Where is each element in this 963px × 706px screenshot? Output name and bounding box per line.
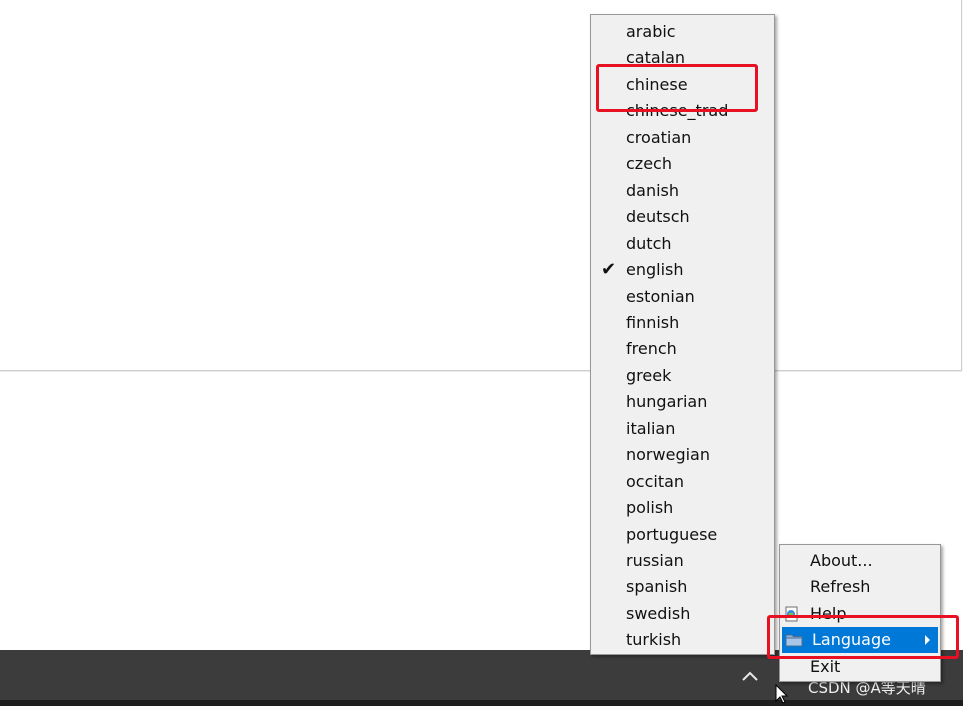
language-item-label: deutsch — [626, 207, 690, 227]
language-item-danish[interactable]: danish — [591, 178, 774, 204]
language-item-label: croatian — [626, 127, 692, 147]
tray-menu-item-label: Refresh — [810, 577, 871, 597]
language-item-label: russian — [626, 551, 684, 570]
language-item-label: swedish — [626, 603, 691, 623]
language-item-label: french — [626, 339, 677, 359]
language-item-hungarian[interactable]: hungarian — [591, 389, 774, 415]
language-item-label: greek — [626, 365, 672, 385]
language-item-chinese[interactable]: chinese — [591, 72, 774, 98]
language-item-label: chinese_trad — [626, 101, 729, 121]
language-item-label: estonian — [626, 286, 695, 306]
language-item-label: portuguese — [626, 524, 718, 544]
language-item-polish[interactable]: polish — [591, 495, 774, 521]
language-item-label: czech — [626, 154, 672, 174]
language-item-label: english — [626, 260, 684, 280]
language-item-label: dutch — [626, 233, 672, 253]
language-item-italian[interactable]: italian — [591, 416, 774, 442]
language-item-greek[interactable]: greek — [591, 363, 774, 389]
language-item-label: italian — [626, 418, 676, 438]
tray-context-menu: About... Refresh Help Language Exit — [779, 544, 941, 682]
language-item-czech[interactable]: czech — [591, 151, 774, 177]
language-item-french[interactable]: french — [591, 336, 774, 362]
language-item-estonian[interactable]: estonian — [591, 284, 774, 310]
language-item-label: spanish — [626, 577, 688, 597]
tray-menu-item-label: About... — [810, 551, 873, 570]
language-item-portuguese[interactable]: portuguese — [591, 522, 774, 548]
language-item-label: occitan — [626, 471, 685, 491]
help-document-icon — [785, 606, 798, 622]
language-item-label: danish — [626, 180, 680, 200]
language-item-label: finnish — [626, 312, 680, 332]
language-item-catalan[interactable]: catalan — [591, 45, 774, 71]
folder-icon — [785, 634, 803, 647]
language-item-label: catalan — [626, 48, 686, 68]
language-item-finnish[interactable]: finnish — [591, 310, 774, 336]
language-item-dutch[interactable]: dutch — [591, 231, 774, 257]
show-hidden-icons-chevron-icon[interactable] — [740, 668, 760, 684]
screen: CSDN @A等天晴 arabic catalan chinese chinese_t… — [0, 0, 963, 706]
language-submenu: arabic catalan chinese chinese_trad croatian… — [590, 14, 775, 655]
tray-menu-item-exit[interactable]: Exit — [780, 654, 940, 680]
language-item-croatian[interactable]: croatian — [591, 125, 774, 151]
tray-menu-item-refresh[interactable]: Refresh — [780, 574, 940, 600]
language-item-russian[interactable]: russian — [591, 548, 774, 574]
tray-menu-item-help[interactable]: Help — [780, 601, 940, 627]
tray-menu-item-label: Help — [810, 603, 847, 623]
taskbar-bottom-strip — [0, 700, 963, 706]
language-item-label: turkish — [626, 630, 682, 650]
checkmark-icon: ✔ — [601, 259, 617, 281]
language-item-norwegian[interactable]: norwegian — [591, 442, 774, 468]
language-item-arabic[interactable]: arabic — [591, 19, 774, 45]
language-item-swedish[interactable]: swedish — [591, 601, 774, 627]
language-item-label: chinese — [626, 74, 688, 94]
submenu-arrow-icon — [925, 635, 930, 646]
tray-menu-item-label: Language — [812, 630, 891, 650]
tray-menu-item-about[interactable]: About... — [780, 548, 940, 574]
language-item-occitan[interactable]: occitan — [591, 469, 774, 495]
language-item-label: norwegian — [626, 445, 710, 465]
language-item-label: polish — [626, 498, 674, 518]
mouse-cursor-icon — [775, 684, 789, 704]
language-item-deutsch[interactable]: deutsch — [591, 204, 774, 230]
tray-menu-item-language[interactable]: Language — [782, 627, 938, 654]
language-item-label: arabic — [626, 22, 676, 41]
language-item-english[interactable]: ✔ english — [591, 257, 774, 283]
background-window — [0, 0, 962, 371]
language-item-chinese-trad[interactable]: chinese_trad — [591, 98, 774, 124]
language-item-spanish[interactable]: spanish — [591, 574, 774, 600]
language-item-turkish[interactable]: turkish — [591, 627, 774, 653]
tray-menu-item-label: Exit — [810, 656, 841, 676]
language-item-label: hungarian — [626, 392, 708, 412]
